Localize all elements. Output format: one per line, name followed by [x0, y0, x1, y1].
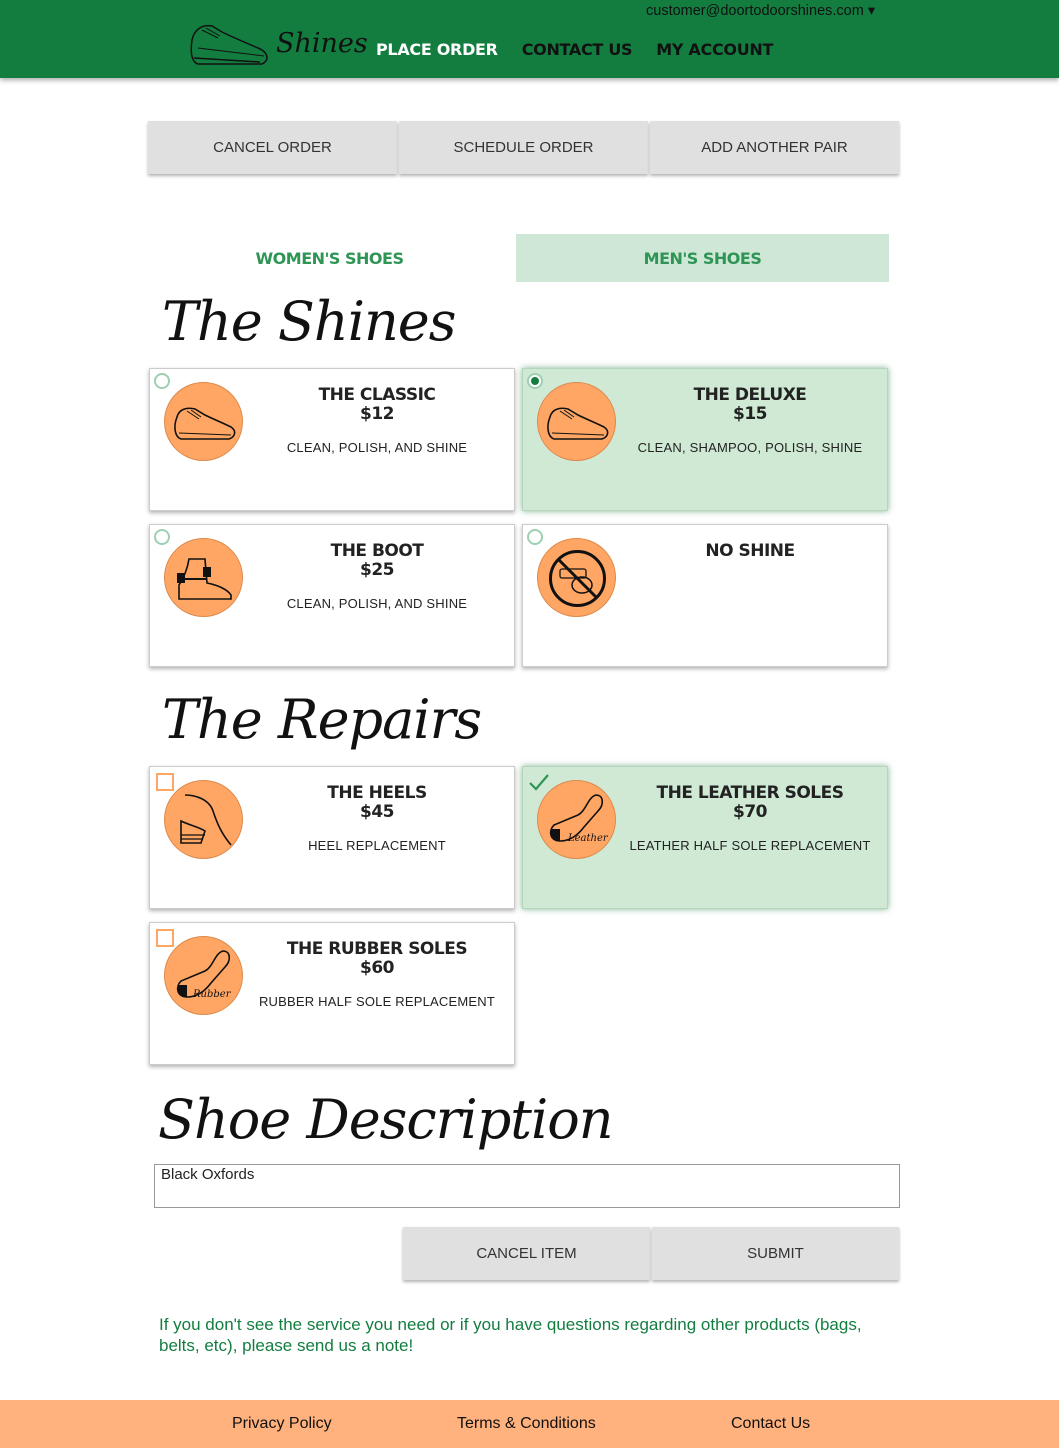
tab-womens-shoes[interactable]: WOMEN'S SHOES	[143, 234, 516, 282]
shoe-description-input[interactable]: Black Oxfords	[154, 1164, 900, 1208]
shine-card-no-shine[interactable]: NO SHINE	[522, 524, 888, 667]
shine-description: CLEAN, POLISH, AND SHINE	[286, 440, 468, 455]
repair-card-leather-soles[interactable]: Leather THE LEATHER SOLES $70 LEATHER HA…	[522, 766, 888, 909]
dress-shoe-icon	[537, 382, 616, 461]
add-another-pair-button[interactable]: ADD ANOTHER PAIR	[650, 121, 899, 174]
shine-price: $15	[733, 404, 768, 424]
help-note: If you don't see the service you need or…	[159, 1315, 862, 1355]
shine-title: THE CLASSIC $12	[240, 386, 514, 424]
repair-description: RUBBER HALF SOLE REPLACEMENT	[258, 994, 496, 1009]
shine-name: THE BOOT	[330, 541, 424, 561]
shoe-description-heading: Shoe Description	[158, 1088, 614, 1151]
schedule-order-button[interactable]: SCHEDULE ORDER	[399, 121, 648, 174]
shoe-logo-icon	[190, 24, 268, 65]
cancel-order-button[interactable]: CANCEL ORDER	[148, 121, 397, 174]
nav-place-order[interactable]: PLACE ORDER	[376, 40, 498, 59]
rubber-icon-label: Rubber	[192, 989, 232, 1000]
main-nav: PLACE ORDER CONTACT US MY ACCOUNT	[376, 40, 773, 59]
shine-price: $12	[360, 404, 395, 424]
shine-title: THE DELUXE $15	[613, 386, 887, 424]
repair-name: THE LEATHER SOLES	[656, 783, 844, 803]
shine-title: THE BOOT $25	[240, 542, 514, 580]
site-footer: Privacy Policy Terms & Conditions Contac…	[0, 1400, 1059, 1448]
shines-heading: The Shines	[162, 290, 456, 353]
boot-icon	[164, 538, 243, 617]
shine-card-deluxe[interactable]: THE DELUXE $15 CLEAN, SHAMPOO, POLISH, S…	[522, 368, 888, 511]
repair-card-rubber-soles[interactable]: Rubber THE RUBBER SOLES $60 RUBBER HALF …	[149, 922, 515, 1065]
tab-mens-shoes[interactable]: MEN'S SHOES	[516, 234, 889, 282]
shine-price: $25	[360, 560, 395, 580]
leather-sole-icon: Leather	[537, 780, 616, 859]
logo-text: Shines	[276, 28, 368, 59]
footer-contact-link[interactable]: Contact Us	[731, 1415, 810, 1433]
shine-card-classic[interactable]: THE CLASSIC $12 CLEAN, POLISH, AND SHINE	[149, 368, 515, 511]
footer-privacy-link[interactable]: Privacy Policy	[232, 1415, 332, 1433]
nav-contact-us[interactable]: CONTACT US	[522, 40, 633, 59]
account-menu[interactable]: customer@doortodoorshines.com ▾	[646, 3, 875, 19]
dress-shoe-icon	[164, 382, 243, 461]
shine-name: THE CLASSIC	[318, 385, 436, 405]
site-logo[interactable]: Shines	[188, 16, 368, 68]
repair-price: $60	[360, 958, 395, 978]
nav-my-account[interactable]: MY ACCOUNT	[656, 40, 773, 59]
no-shine-icon	[537, 538, 616, 617]
submit-button[interactable]: SUBMIT	[652, 1227, 899, 1280]
repair-price: $70	[733, 802, 768, 822]
footer-terms-link[interactable]: Terms & Conditions	[457, 1415, 596, 1433]
repair-card-heels[interactable]: THE HEELS $45 HEEL REPLACEMENT	[149, 766, 515, 909]
repair-title: THE HEELS $45	[240, 784, 514, 822]
order-actions: CANCEL ORDER SCHEDULE ORDER ADD ANOTHER …	[148, 121, 899, 174]
repair-title: THE LEATHER SOLES $70	[613, 784, 887, 822]
repair-description: HEEL REPLACEMENT	[308, 838, 446, 853]
shine-description: CLEAN, POLISH, AND SHINE	[286, 596, 468, 611]
heel-icon	[164, 780, 243, 859]
item-actions: CANCEL ITEM SUBMIT	[403, 1227, 899, 1280]
site-header: Shines customer@doortodoorshines.com ▾ P…	[0, 0, 1059, 78]
shine-card-boot[interactable]: THE BOOT $25 CLEAN, POLISH, AND SHINE	[149, 524, 515, 667]
repairs-heading: The Repairs	[162, 688, 482, 751]
repair-name: THE RUBBER SOLES	[286, 939, 468, 959]
repair-description: LEATHER HALF SOLE REPLACEMENT	[629, 838, 871, 853]
shine-name: NO SHINE	[705, 541, 795, 561]
gender-tabs: WOMEN'S SHOES MEN'S SHOES	[143, 234, 889, 282]
shine-name: THE DELUXE	[693, 385, 807, 405]
repair-name: THE HEELS	[327, 783, 427, 803]
rubber-sole-icon: Rubber	[164, 936, 243, 1015]
cancel-item-button[interactable]: CANCEL ITEM	[403, 1227, 650, 1280]
shine-title: NO SHINE	[613, 542, 887, 561]
repair-title: THE RUBBER SOLES $60	[240, 940, 514, 978]
leather-icon-label: Leather	[567, 833, 609, 844]
shine-description: CLEAN, SHAMPOO, POLISH, SHINE	[637, 440, 863, 455]
repair-price: $45	[360, 802, 395, 822]
